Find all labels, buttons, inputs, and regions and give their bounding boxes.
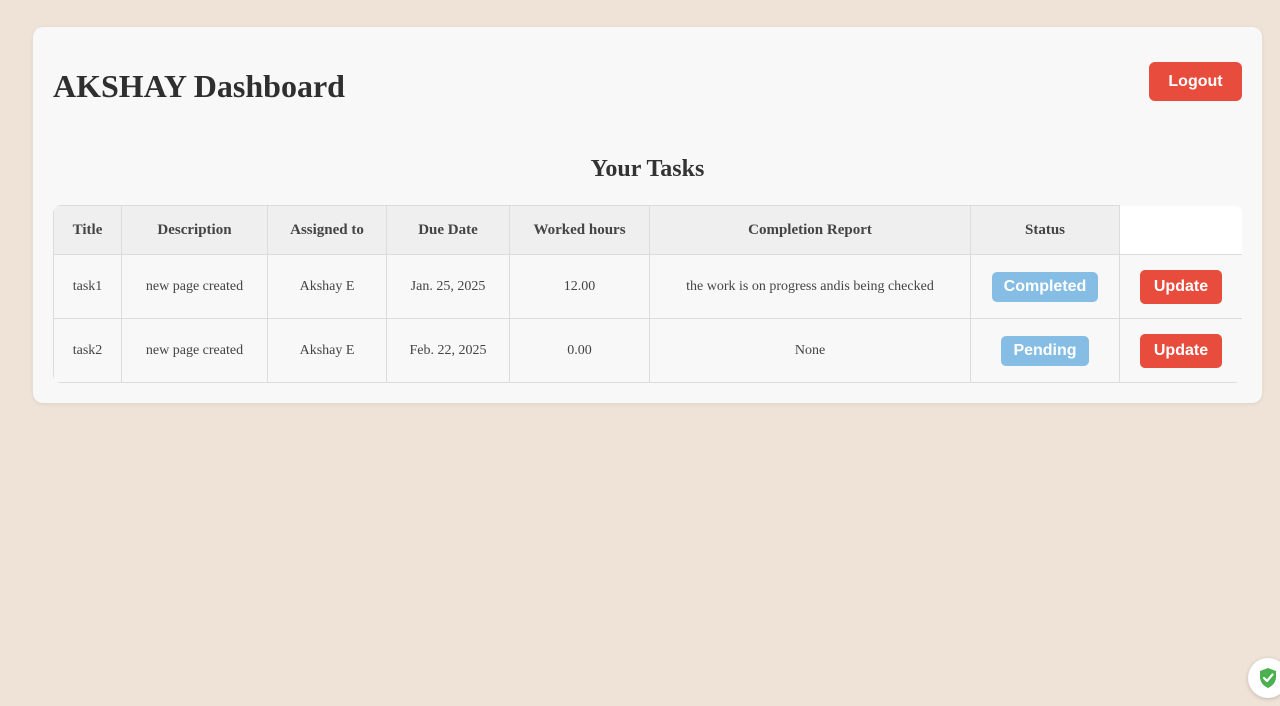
cell-due-date: Jan. 25, 2025 <box>386 254 510 319</box>
column-header-title: Title <box>53 205 122 255</box>
logout-button[interactable]: Logout <box>1149 62 1242 101</box>
cell-actions: Update <box>1119 254 1242 319</box>
cell-status: Pending <box>970 318 1120 383</box>
tasks-table: Title Description Assigned to Due Date W… <box>53 205 1242 383</box>
shield-check-icon[interactable] <box>1248 658 1280 698</box>
cell-completion-report: None <box>649 318 971 383</box>
table-header-row: Title Description Assigned to Due Date W… <box>53 205 1242 255</box>
status-badge: Completed <box>991 271 1099 302</box>
status-badge: Pending <box>1001 335 1089 366</box>
column-header-status: Status <box>970 205 1120 255</box>
cell-due-date: Feb. 22, 2025 <box>386 318 510 383</box>
column-header-completion-report: Completion Report <box>649 205 971 255</box>
tasks-table-container: Title Description Assigned to Due Date W… <box>53 205 1242 383</box>
dashboard-card: AKSHAY Dashboard Logout Your Tasks Title… <box>33 27 1262 403</box>
section-title: Your Tasks <box>590 156 705 182</box>
cell-status: Completed <box>970 254 1120 319</box>
table-row: task2 new page created Akshay E Feb. 22,… <box>53 318 1242 383</box>
column-header-due-date: Due Date <box>386 205 510 255</box>
cell-worked-hours: 12.00 <box>509 254 650 319</box>
update-button[interactable]: Update <box>1140 269 1222 304</box>
update-button[interactable]: Update <box>1140 333 1222 368</box>
cell-worked-hours: 0.00 <box>509 318 650 383</box>
column-header-actions <box>1119 205 1242 255</box>
column-header-assigned-to: Assigned to <box>267 205 387 255</box>
shield-check-glyph <box>1260 668 1276 688</box>
cell-completion-report: the work is on progress andis being chec… <box>649 254 971 319</box>
column-header-description: Description <box>121 205 268 255</box>
table-row: task1 new page created Akshay E Jan. 25,… <box>53 254 1242 319</box>
cell-title: task2 <box>53 318 122 383</box>
cell-assigned-to: Akshay E <box>267 318 387 383</box>
cell-description: new page created <box>121 318 268 383</box>
cell-assigned-to: Akshay E <box>267 254 387 319</box>
cell-title: task1 <box>53 254 122 319</box>
page-title: AKSHAY Dashboard <box>53 68 345 104</box>
cell-actions: Update <box>1119 318 1242 383</box>
cell-description: new page created <box>121 254 268 319</box>
column-header-worked-hours: Worked hours <box>509 205 650 255</box>
